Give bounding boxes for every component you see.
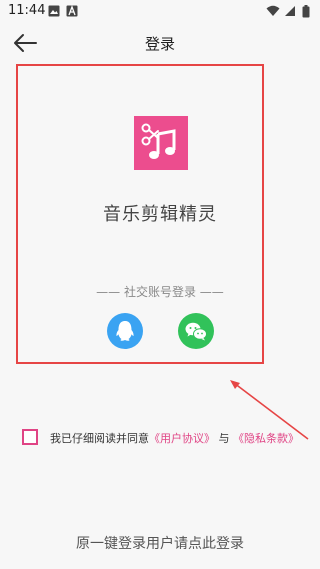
wifi-icon: [266, 5, 280, 16]
one-click-login-link[interactable]: 原一键登录用户请点此登录: [0, 533, 320, 553]
page-title: 登录: [144, 35, 175, 53]
agreement-row: 我已仔细阅读并同意《用户协议》 与 《隐私条款》: [22, 428, 320, 448]
app-logo: [134, 116, 188, 170]
agreement-checkbox[interactable]: [22, 429, 38, 445]
wechat-icon: [185, 322, 207, 341]
header: 登录: [0, 24, 320, 62]
wechat-login-button[interactable]: [178, 313, 214, 349]
image-icon: [48, 5, 60, 17]
a-icon: [66, 5, 78, 17]
signal-icon: [285, 6, 295, 16]
qq-icon: [116, 321, 134, 341]
battery-icon: [302, 5, 310, 18]
privacy-policy-link[interactable]: 《隐私条款》: [233, 432, 299, 445]
status-bar: 11:44: [0, 0, 320, 22]
qq-login-button[interactable]: [107, 313, 143, 349]
social-login-label: —— 社交账号登录 ——: [96, 285, 224, 299]
app-name: 音乐剪辑精灵: [103, 204, 217, 225]
status-time: 11:44: [8, 3, 46, 18]
agreement-connector: 与: [218, 432, 230, 445]
agreement-text: 我已仔细阅读并同意《用户协议》 与 《隐私条款》: [50, 430, 299, 446]
agreement-prefix: 我已仔细阅读并同意: [50, 432, 149, 445]
user-agreement-link[interactable]: 《用户协议》: [149, 432, 215, 445]
scissors-music-icon: [141, 123, 176, 159]
